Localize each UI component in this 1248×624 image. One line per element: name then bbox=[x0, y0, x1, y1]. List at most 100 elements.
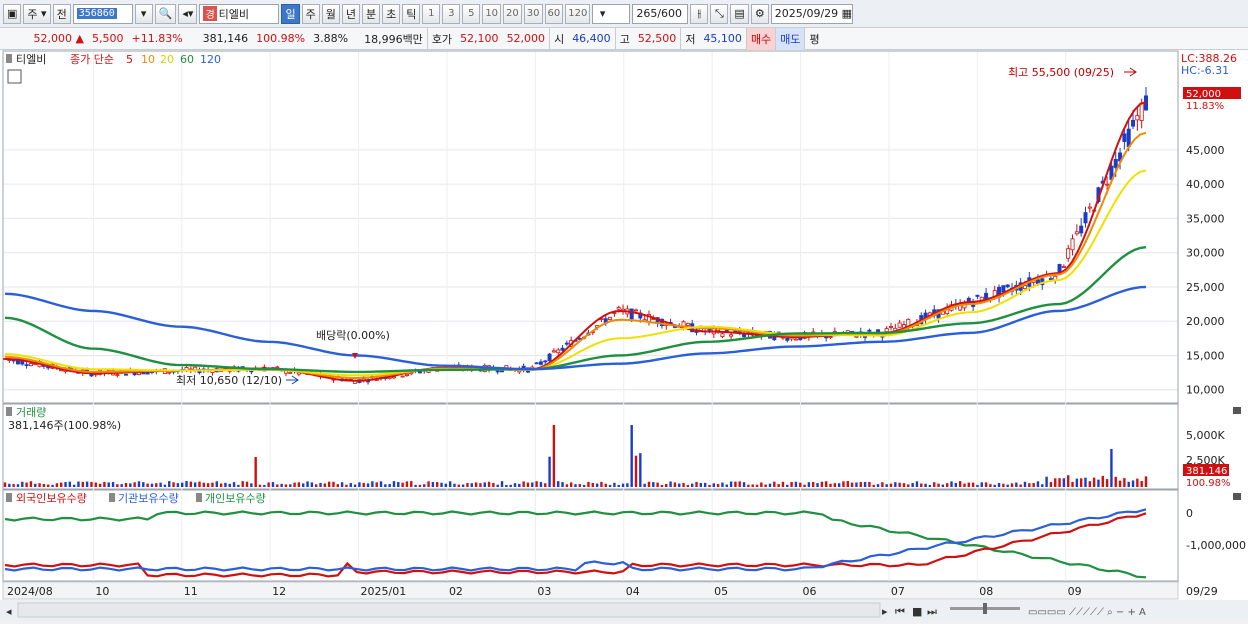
custom-interval-select[interactable]: ▾ bbox=[592, 3, 631, 24]
candle-body bbox=[1048, 278, 1053, 281]
candle-body bbox=[685, 323, 690, 326]
volume-bar bbox=[202, 482, 206, 487]
volume-bar bbox=[379, 481, 383, 487]
interval-button[interactable]: 10 bbox=[482, 3, 502, 24]
first-page-icon[interactable]: ⏮ bbox=[895, 605, 905, 618]
buy-button[interactable]: 매수 bbox=[745, 27, 776, 50]
interval-button[interactable]: 3 bbox=[442, 3, 461, 24]
volume-bar bbox=[228, 483, 231, 487]
volume-bar bbox=[608, 484, 612, 487]
period-second-button[interactable]: 초 bbox=[382, 3, 401, 24]
volume-bar bbox=[643, 483, 646, 487]
volume-bar bbox=[34, 483, 37, 487]
interval-button[interactable]: 120 bbox=[565, 3, 591, 24]
volume-bar bbox=[224, 482, 227, 487]
volume-bar bbox=[738, 481, 741, 487]
volume-bar bbox=[453, 483, 456, 487]
layout-icon[interactable]: ▣ bbox=[3, 3, 22, 24]
candle-body bbox=[543, 360, 548, 363]
stock-code-input[interactable]: 356860 bbox=[72, 3, 133, 24]
volume-bar bbox=[362, 482, 365, 487]
last-page-icon[interactable]: ⏭ bbox=[927, 605, 937, 618]
volume-bar bbox=[1045, 476, 1048, 487]
period-tick-button[interactable]: 틱 bbox=[402, 3, 421, 24]
volume-bar bbox=[997, 483, 1001, 487]
legend-ma60: 60 bbox=[180, 53, 194, 66]
date-field[interactable]: 2025/09/29 ▦ bbox=[770, 3, 853, 24]
volume-bar bbox=[1015, 482, 1018, 487]
volume-bar bbox=[526, 482, 530, 487]
price-tick-label: 40,000 bbox=[1186, 178, 1225, 191]
interval-button[interactable]: 5 bbox=[462, 3, 481, 24]
date-tick-label: 05 bbox=[714, 585, 728, 598]
date-tick-label: 04 bbox=[626, 585, 640, 598]
candle-body bbox=[556, 349, 561, 354]
volume-bar bbox=[863, 482, 867, 487]
volume-bar bbox=[669, 481, 672, 487]
volume-pane bbox=[2, 403, 1179, 490]
zoom-slider-handle[interactable] bbox=[983, 603, 987, 614]
volume-bar bbox=[336, 484, 339, 487]
interval-button[interactable]: 60 bbox=[544, 3, 564, 24]
interval-button[interactable]: 20 bbox=[503, 3, 522, 24]
period-day-button[interactable]: 일 bbox=[281, 3, 300, 24]
top-toolbar: ▣ 주 ▾ 전 356860 ▾ 🔍 ◂▾ 경 티엘비 일 주 월 년 분 초 틱… bbox=[0, 0, 1248, 28]
dropdown-icon[interactable]: ▾ bbox=[134, 3, 153, 24]
horizontal-scrollbar[interactable] bbox=[17, 602, 881, 618]
period-minute-button[interactable]: 분 bbox=[361, 3, 381, 24]
volume-bar bbox=[232, 482, 236, 487]
volume-bar bbox=[933, 482, 936, 487]
interval-button[interactable]: 1 bbox=[422, 3, 441, 24]
gear-icon[interactable]: ⚙ bbox=[750, 3, 769, 24]
scroll-right-icon[interactable]: ▸ bbox=[882, 605, 888, 618]
volume-bar bbox=[786, 484, 789, 487]
volume-bar bbox=[276, 484, 279, 487]
board-select[interactable]: 전 bbox=[52, 3, 71, 24]
volume-bar bbox=[1032, 483, 1035, 487]
price-tick-label: 25,000 bbox=[1186, 281, 1225, 294]
volume-close-icon[interactable] bbox=[1233, 407, 1241, 414]
stock-chart: 티엘비 종가 단순 5 10 20 60 120 LC:388.26 HC:-6… bbox=[0, 50, 1248, 621]
volume-bar bbox=[513, 483, 517, 487]
sell-button[interactable]: 매도 bbox=[775, 27, 805, 50]
volume-bar bbox=[314, 484, 318, 487]
count-field[interactable]: 265/600 bbox=[632, 3, 689, 24]
type-select[interactable]: 주 ▾ bbox=[23, 3, 51, 24]
interval-button[interactable]: 30 bbox=[523, 3, 543, 24]
eval-button[interactable]: 평 bbox=[804, 27, 823, 50]
high-price: 52,500 bbox=[637, 32, 677, 45]
save-icon[interactable]: ▤ bbox=[730, 3, 749, 24]
volume-bar bbox=[401, 482, 404, 487]
stop-icon[interactable]: ■ bbox=[912, 605, 922, 618]
table-icon[interactable] bbox=[7, 69, 22, 84]
period-year-button[interactable]: 년 bbox=[341, 3, 360, 24]
bid-price: 52,000 bbox=[506, 32, 546, 45]
period-week-button[interactable]: 주 bbox=[301, 3, 320, 24]
price-tick-label: 35,000 bbox=[1186, 212, 1225, 225]
candle-type-icon[interactable]: ⫲ bbox=[690, 3, 709, 24]
draw-tool-icon[interactable]: ⤡ bbox=[710, 3, 729, 24]
holding-close-icon[interactable] bbox=[1233, 493, 1241, 500]
ask-price: 52,100 bbox=[460, 32, 499, 45]
volume-bar bbox=[155, 483, 158, 487]
scroll-left-icon[interactable]: ◂ bbox=[6, 605, 12, 618]
candle-body bbox=[629, 308, 634, 320]
volume-bar bbox=[712, 483, 716, 487]
volume-bar bbox=[505, 484, 508, 487]
volume-bar bbox=[989, 484, 992, 487]
period-month-button[interactable]: 월 bbox=[321, 3, 340, 24]
volume-bar bbox=[77, 481, 80, 487]
volume-bar bbox=[271, 482, 275, 487]
volume-bar bbox=[500, 481, 504, 487]
sound-icon[interactable]: ◂▾ bbox=[178, 3, 198, 24]
volume-bar bbox=[557, 481, 560, 487]
volume-bar bbox=[435, 482, 439, 487]
layout-tools-icon[interactable]: ▭▭▭▭ ⟋⟋⟋⟋⟋ ⌕ − + A bbox=[1028, 607, 1146, 618]
search-icon[interactable]: 🔍 bbox=[154, 3, 177, 24]
volume-bar bbox=[868, 481, 871, 487]
volume-bar bbox=[660, 484, 664, 487]
volume-bar bbox=[816, 483, 819, 487]
volume-bar bbox=[980, 482, 983, 487]
legend-ma10: 10 bbox=[141, 53, 155, 66]
stock-name-field[interactable]: 경 티엘비 bbox=[199, 3, 280, 24]
